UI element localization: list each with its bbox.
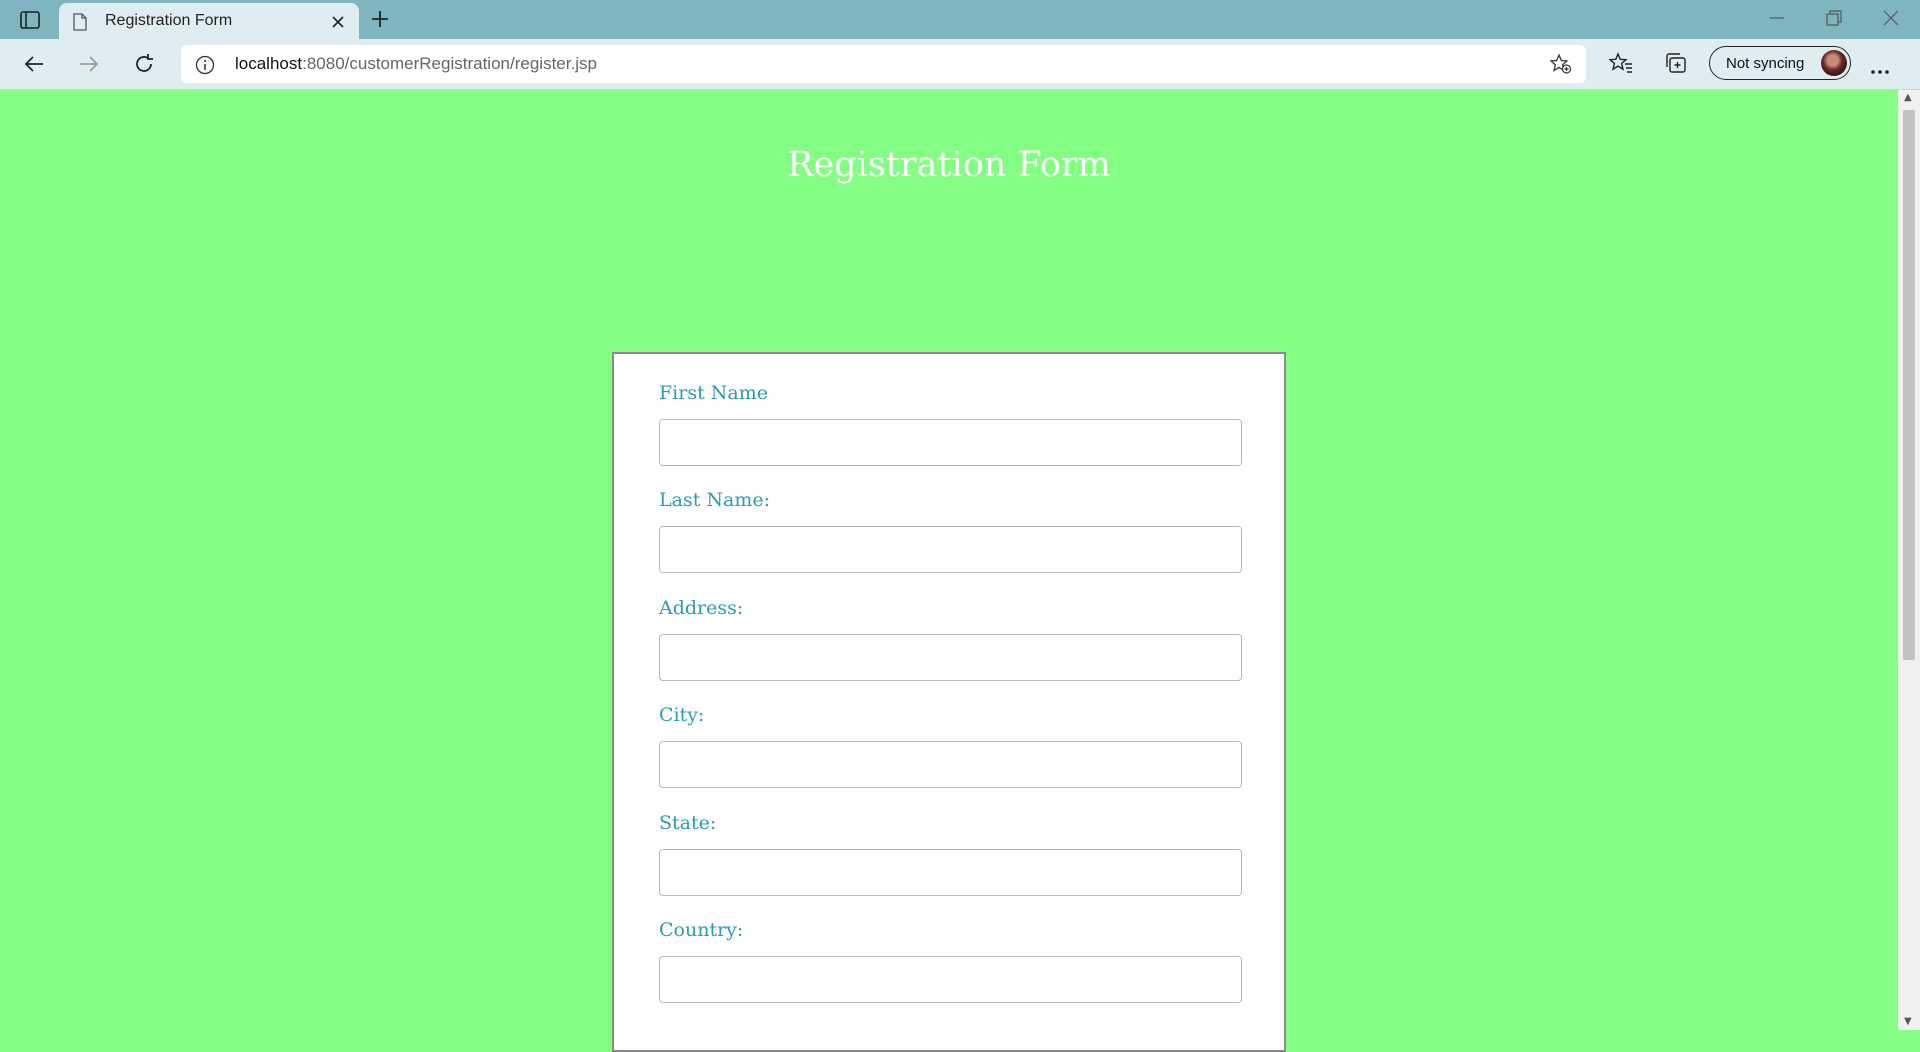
new-tab-icon[interactable] bbox=[370, 9, 390, 33]
avatar bbox=[1821, 50, 1847, 76]
last-name-label: Last Name: bbox=[659, 489, 770, 511]
browser-toolbar: localhost:8080/customerRegistration/regi… bbox=[0, 39, 1920, 90]
restore-icon[interactable] bbox=[1826, 10, 1842, 30]
url-host: localhost bbox=[235, 54, 303, 73]
close-icon[interactable] bbox=[331, 14, 345, 33]
registration-form: First Name Last Name: Address: City: Sta… bbox=[612, 352, 1286, 1052]
first-name-label: First Name bbox=[659, 382, 768, 404]
profile-sync-button[interactable]: Not syncing bbox=[1709, 46, 1851, 80]
minimize-icon[interactable] bbox=[1769, 10, 1785, 30]
url-path: :8080/customerRegistration/register.jsp bbox=[302, 54, 597, 73]
state-label: State: bbox=[659, 812, 717, 834]
scroll-thumb[interactable] bbox=[1903, 110, 1915, 660]
page-scrollbar[interactable]: ▲ ▼ bbox=[1898, 90, 1920, 1030]
address-bar[interactable]: localhost:8080/customerRegistration/regi… bbox=[181, 45, 1586, 83]
more-options-icon[interactable] bbox=[1870, 60, 1890, 79]
state-input[interactable] bbox=[659, 849, 1242, 896]
refresh-icon[interactable] bbox=[132, 52, 156, 80]
sync-label: Not syncing bbox=[1726, 55, 1805, 72]
address-label: Address: bbox=[659, 597, 744, 619]
site-info-icon[interactable] bbox=[195, 55, 215, 79]
url-text[interactable]: localhost:8080/customerRegistration/regi… bbox=[235, 54, 597, 74]
tab-registration-form[interactable]: Registration Form bbox=[59, 3, 359, 39]
last-name-input[interactable] bbox=[659, 526, 1242, 573]
page-viewport: Registration Form First Name Last Name: … bbox=[0, 90, 1898, 1052]
back-icon[interactable] bbox=[22, 52, 46, 80]
close-window-icon[interactable] bbox=[1883, 10, 1899, 30]
scroll-down-arrow-icon[interactable]: ▼ bbox=[1904, 1016, 1912, 1027]
tab-title: Registration Form bbox=[105, 12, 233, 29]
scroll-up-arrow-icon[interactable]: ▲ bbox=[1904, 92, 1912, 103]
tab-actions-icon[interactable] bbox=[12, 8, 48, 32]
forward-icon[interactable] bbox=[77, 52, 101, 80]
title-bar: Registration Form bbox=[0, 0, 1920, 39]
country-label: Country: bbox=[659, 919, 744, 941]
page-icon bbox=[73, 13, 87, 35]
favorites-icon[interactable] bbox=[1608, 52, 1633, 78]
address-input[interactable] bbox=[659, 634, 1242, 681]
page-title: Registration Form bbox=[787, 145, 1111, 185]
country-input[interactable] bbox=[659, 956, 1242, 1003]
add-favorite-icon[interactable] bbox=[1549, 53, 1572, 78]
city-label: City: bbox=[659, 704, 705, 726]
collections-icon[interactable] bbox=[1664, 52, 1688, 78]
city-input[interactable] bbox=[659, 741, 1242, 788]
first-name-input[interactable] bbox=[659, 419, 1242, 466]
